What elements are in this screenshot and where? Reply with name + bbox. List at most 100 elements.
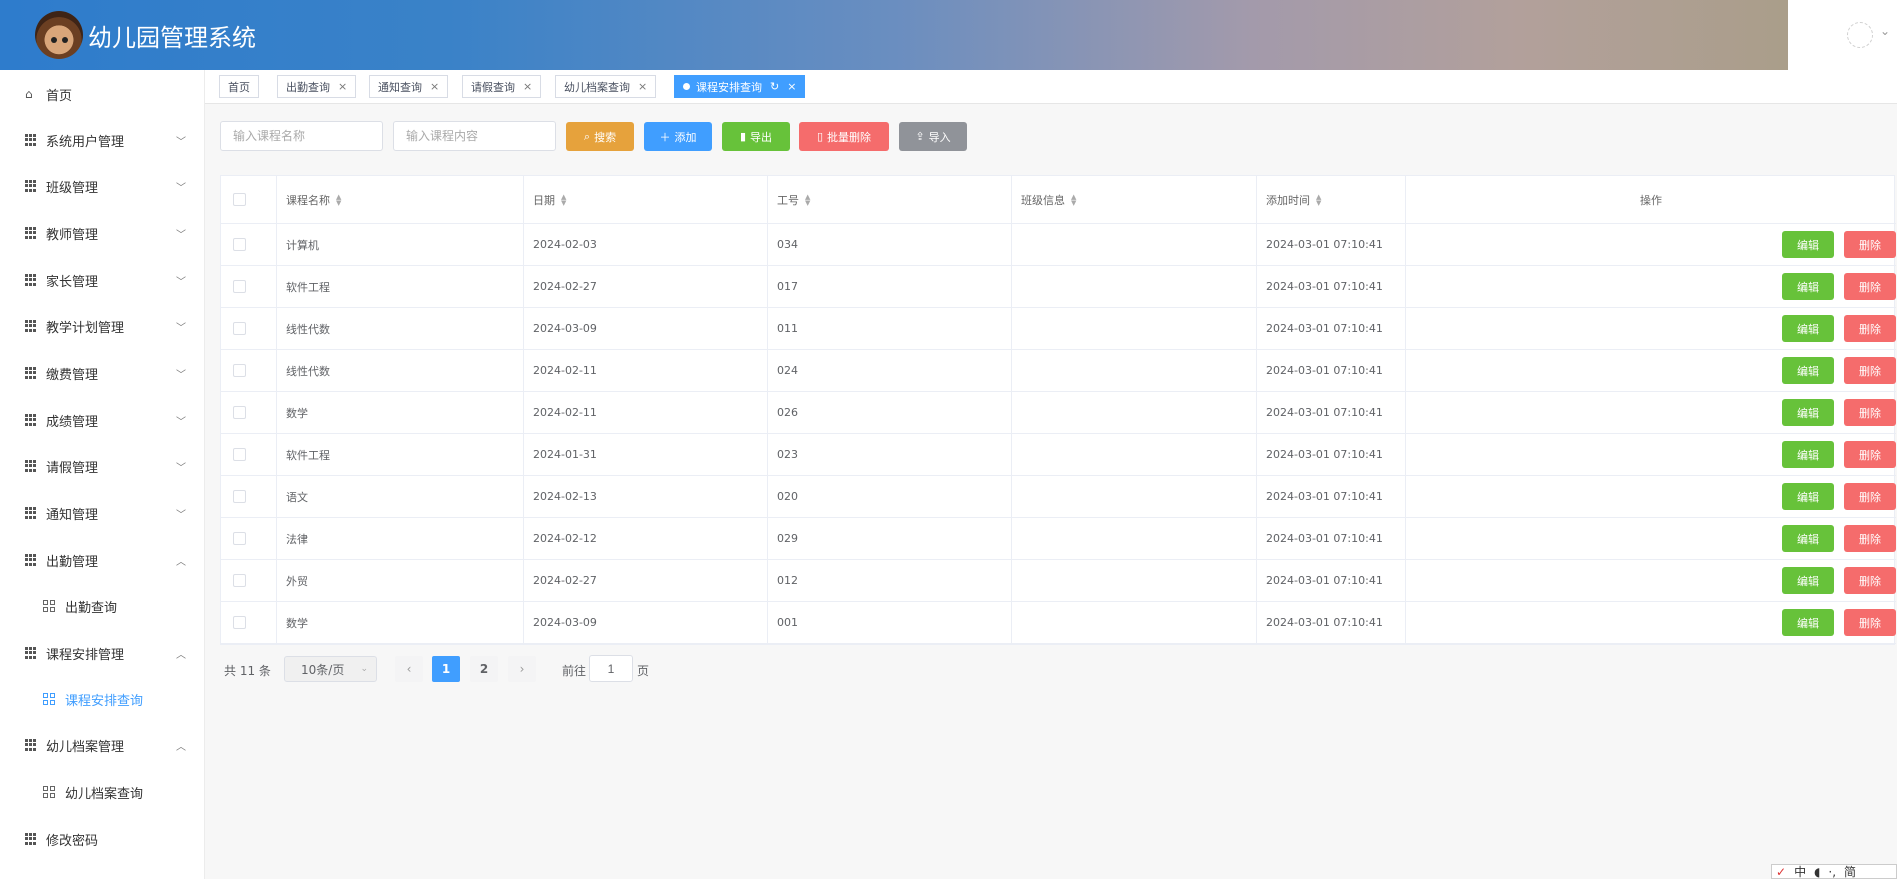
delete-button[interactable]: 删除 bbox=[1844, 231, 1896, 258]
page-button-2[interactable]: 2 bbox=[470, 656, 498, 682]
row-checkbox[interactable] bbox=[233, 406, 246, 419]
sidebar-item-label: 成绩管理 bbox=[46, 414, 99, 430]
row-checkbox[interactable] bbox=[233, 280, 246, 293]
delete-button[interactable]: 删除 bbox=[1844, 609, 1896, 636]
delete-button[interactable]: 删除 bbox=[1844, 525, 1896, 552]
sort-icon[interactable]: ▲ ▼ bbox=[336, 193, 341, 206]
edit-button[interactable]: 编辑 bbox=[1782, 231, 1834, 258]
sidebar-item-1[interactable]: 系统用户管理 ﹀ bbox=[0, 117, 205, 163]
edit-button[interactable]: 编辑 bbox=[1782, 567, 1834, 594]
delete-button[interactable]: 删除 bbox=[1844, 567, 1896, 594]
close-icon[interactable]: × bbox=[338, 80, 347, 93]
edit-button[interactable]: 编辑 bbox=[1782, 525, 1834, 552]
grid-icon bbox=[25, 460, 37, 472]
table-cell: 001 bbox=[768, 602, 1012, 643]
edit-button[interactable]: 编辑 bbox=[1782, 315, 1834, 342]
tab-3[interactable]: 请假查询 × bbox=[462, 75, 542, 98]
sidebar-item-6[interactable]: 缴费管理 ﹀ bbox=[0, 350, 205, 396]
cell-date: 2024-02-03 bbox=[533, 238, 597, 251]
import-button[interactable]: ⇪ 导入 bbox=[899, 122, 967, 151]
prev-page-button[interactable]: ‹ bbox=[395, 656, 423, 682]
batch-delete-button[interactable]: ▯ 批量删除 bbox=[799, 122, 889, 151]
delete-button[interactable]: 删除 bbox=[1844, 483, 1896, 510]
add-button[interactable]: ＋ 添加 bbox=[644, 122, 712, 151]
close-icon[interactable]: × bbox=[787, 80, 796, 93]
close-icon[interactable]: × bbox=[523, 80, 532, 93]
tab-1[interactable]: 出勤查询 × bbox=[277, 75, 357, 98]
sidebar-item-label: 幼儿档案管理 bbox=[46, 739, 125, 755]
row-checkbox[interactable] bbox=[233, 448, 246, 461]
cell-id: 034 bbox=[777, 238, 798, 251]
user-avatar[interactable] bbox=[1847, 22, 1873, 48]
page-button-1[interactable]: 1 bbox=[432, 656, 460, 682]
sidebar-item-13[interactable]: 课程安排查询 bbox=[0, 676, 205, 722]
sidebar-item-4[interactable]: 家长管理 ﹀ bbox=[0, 257, 205, 303]
table-cell: 2024-03-01 07:10:41 bbox=[1257, 434, 1406, 475]
row-checkbox[interactable] bbox=[233, 532, 246, 545]
table-row: 线性代数 2024-02-11 024 2024-03-01 07:10:41 编辑 删除… bbox=[221, 350, 1896, 392]
pagination-total: 共 11 条 bbox=[224, 664, 271, 678]
delete-button[interactable]: 删除 bbox=[1844, 315, 1896, 342]
tab-0[interactable]: 首页 bbox=[219, 75, 259, 98]
delete-button[interactable]: 删除 bbox=[1844, 399, 1896, 426]
table-cell bbox=[1012, 560, 1257, 601]
column-header-label: 工号 bbox=[777, 193, 799, 207]
search-button[interactable]: ⌕ 搜索 bbox=[566, 122, 634, 151]
sidebar-item-12[interactable]: 课程安排管理 ︿ bbox=[0, 630, 205, 676]
tab-2[interactable]: 通知查询 × bbox=[369, 75, 449, 98]
tab-4[interactable]: 幼儿档案查询 × bbox=[555, 75, 657, 98]
row-checkbox[interactable] bbox=[233, 364, 246, 377]
sidebar-item-9[interactable]: 通知管理 ﹀ bbox=[0, 490, 205, 536]
tab-label: 出勤查询 bbox=[286, 80, 330, 94]
delete-button[interactable]: 删除 bbox=[1844, 357, 1896, 384]
sidebar-item-label: 首页 bbox=[46, 88, 73, 104]
export-button[interactable]: ▮ 导出 bbox=[722, 122, 790, 151]
cell-added: 2024-03-01 07:10:41 bbox=[1266, 616, 1383, 629]
sidebar-item-16[interactable]: 修改密码 bbox=[0, 816, 205, 862]
delete-button[interactable]: 删除 bbox=[1844, 441, 1896, 468]
tab-5[interactable]: 课程安排查询 ↻ × bbox=[674, 75, 806, 98]
sidebar-item-8[interactable]: 请假管理 ﹀ bbox=[0, 443, 205, 489]
sort-icon[interactable]: ▲ ▼ bbox=[561, 193, 566, 206]
table-cell bbox=[1012, 224, 1257, 265]
course-content-input[interactable] bbox=[393, 121, 556, 151]
row-checkbox[interactable] bbox=[233, 238, 246, 251]
page-size-select[interactable]: 10条/页 ⌄ bbox=[284, 656, 377, 682]
close-icon[interactable]: × bbox=[638, 80, 647, 93]
edit-button[interactable]: 编辑 bbox=[1782, 273, 1834, 300]
sidebar-item-5[interactable]: 教学计划管理 ﹀ bbox=[0, 303, 205, 349]
sort-icon[interactable]: ▲ ▼ bbox=[1316, 193, 1321, 206]
sort-icon[interactable]: ▲ ▼ bbox=[805, 193, 810, 206]
edit-button[interactable]: 编辑 bbox=[1782, 609, 1834, 636]
sidebar-item-15[interactable]: 幼儿档案查询 bbox=[0, 769, 205, 815]
sidebar-item-0[interactable]: ⌂ 首页 bbox=[0, 71, 205, 117]
goto-page-input[interactable] bbox=[589, 655, 633, 682]
row-checkbox[interactable] bbox=[233, 490, 246, 503]
edit-button[interactable]: 编辑 bbox=[1782, 357, 1834, 384]
close-icon[interactable]: × bbox=[430, 80, 439, 93]
edit-button[interactable]: 编辑 bbox=[1782, 399, 1834, 426]
ime-mode: 简 bbox=[1844, 865, 1857, 879]
next-page-button[interactable]: › bbox=[508, 656, 536, 682]
sidebar-item-10[interactable]: 出勤管理 ︿ bbox=[0, 537, 205, 583]
cell-id: 029 bbox=[777, 532, 798, 545]
select-all-checkbox[interactable] bbox=[233, 193, 246, 206]
ime-toolbar[interactable]: ✓ 中 ◖ ·, 简 bbox=[1771, 864, 1897, 879]
sidebar-item-14[interactable]: 幼儿档案管理 ︿ bbox=[0, 722, 205, 768]
delete-button[interactable]: 删除 bbox=[1844, 273, 1896, 300]
cell-date: 2024-02-12 bbox=[533, 532, 597, 545]
sidebar-item-7[interactable]: 成绩管理 ﹀ bbox=[0, 397, 205, 443]
sidebar-item-3[interactable]: 教师管理 ﹀ bbox=[0, 210, 205, 256]
row-checkbox[interactable] bbox=[233, 616, 246, 629]
row-checkbox[interactable] bbox=[233, 574, 246, 587]
sidebar-item-11[interactable]: 出勤查询 bbox=[0, 583, 205, 629]
chevron-down-icon[interactable]: ⌄ bbox=[1880, 24, 1890, 38]
sidebar-item-2[interactable]: 班级管理 ﹀ bbox=[0, 163, 205, 209]
table-cell: 024 bbox=[768, 350, 1012, 391]
edit-button[interactable]: 编辑 bbox=[1782, 483, 1834, 510]
sort-icon[interactable]: ▲ ▼ bbox=[1071, 193, 1076, 206]
course-name-input[interactable] bbox=[220, 121, 383, 151]
row-checkbox[interactable] bbox=[233, 322, 246, 335]
edit-button[interactable]: 编辑 bbox=[1782, 441, 1834, 468]
refresh-icon[interactable]: ↻ bbox=[770, 80, 779, 93]
